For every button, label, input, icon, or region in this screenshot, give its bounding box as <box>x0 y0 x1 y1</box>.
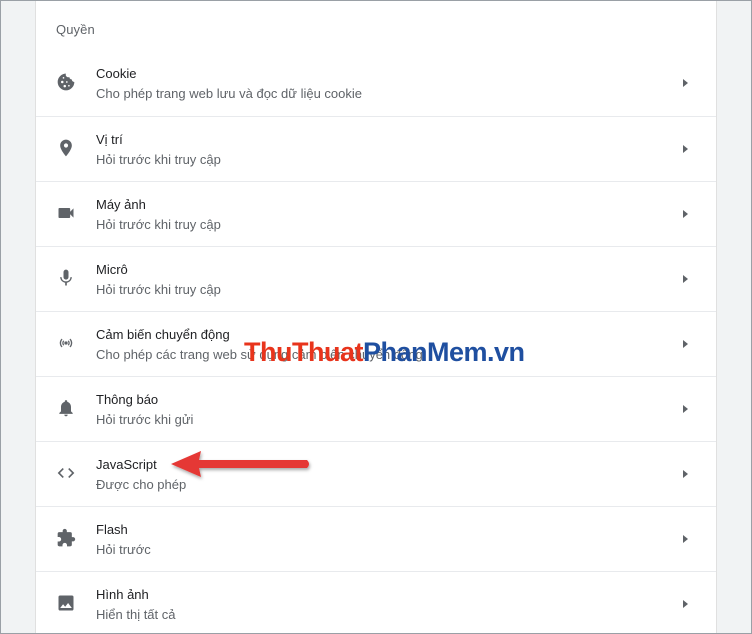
permission-row-javascript[interactable]: JavaScript Được cho phép <box>36 441 716 506</box>
row-title: Hình ảnh <box>96 587 149 602</box>
chevron-right-icon <box>680 532 690 546</box>
permission-row-notifications[interactable]: Thông báo Hỏi trước khi gửi <box>36 376 716 441</box>
code-icon <box>56 463 76 483</box>
row-title: JavaScript <box>96 457 157 472</box>
chevron-right-icon <box>680 597 690 611</box>
chevron-right-icon <box>680 402 690 416</box>
row-title: Cookie <box>96 66 137 81</box>
row-description: Hỏi trước khi truy cập <box>96 217 221 232</box>
permission-row-location[interactable]: Vị trí Hỏi trước khi truy cập <box>36 116 716 181</box>
microphone-icon <box>56 268 76 288</box>
row-description: Hỏi trước khi truy cập <box>96 152 221 167</box>
permission-row-cookie[interactable]: Cookie Cho phép trang web lưu và đọc dữ … <box>36 51 716 116</box>
chevron-right-icon <box>680 337 690 351</box>
row-description: Hỏi trước <box>96 542 151 557</box>
chevron-right-icon <box>680 76 690 90</box>
permission-row-microphone[interactable]: Micrô Hỏi trước khi truy cập <box>36 246 716 311</box>
row-description: Cho phép trang web lưu và đọc dữ liệu co… <box>96 86 363 101</box>
row-title: Micrô <box>96 262 128 277</box>
chevron-right-icon <box>680 207 690 221</box>
permission-row-images[interactable]: Hình ảnh Hiển thị tất cả <box>36 571 716 633</box>
permission-row-flash[interactable]: Flash Hỏi trước <box>36 506 716 571</box>
cookie-icon <box>56 72 76 92</box>
section-title: Quyền <box>56 22 95 37</box>
bell-icon <box>56 398 76 418</box>
permissions-panel: Quyền Cookie Cho phép trang web lưu và đ… <box>35 1 717 633</box>
chevron-right-icon <box>680 467 690 481</box>
chevron-right-icon <box>680 272 690 286</box>
permission-row-camera[interactable]: Máy ảnh Hỏi trước khi truy cập <box>36 181 716 246</box>
location-icon <box>56 138 76 158</box>
row-description: Được cho phép <box>96 477 187 492</box>
camera-icon <box>56 203 76 223</box>
chevron-right-icon <box>680 142 690 156</box>
puzzle-icon <box>56 528 76 548</box>
window-frame: Quyền Cookie Cho phép trang web lưu và đ… <box>0 0 752 634</box>
permissions-list: Cookie Cho phép trang web lưu và đọc dữ … <box>36 51 716 633</box>
image-icon <box>56 593 76 613</box>
row-description: Hỏi trước khi gửi <box>96 412 194 427</box>
row-title: Cảm biến chuyển động <box>96 327 230 342</box>
row-title: Flash <box>96 522 128 537</box>
permission-row-motion-sensors[interactable]: Cảm biến chuyển động Cho phép các trang … <box>36 311 716 376</box>
row-description: Hiển thị tất cả <box>96 607 176 622</box>
row-title: Vị trí <box>96 132 123 147</box>
row-title: Máy ảnh <box>96 197 146 212</box>
motion-sensor-icon <box>56 333 76 353</box>
row-description: Hỏi trước khi truy cập <box>96 282 221 297</box>
row-description: Cho phép các trang web sử dụng cảm biến … <box>96 347 423 362</box>
row-title: Thông báo <box>96 392 159 407</box>
